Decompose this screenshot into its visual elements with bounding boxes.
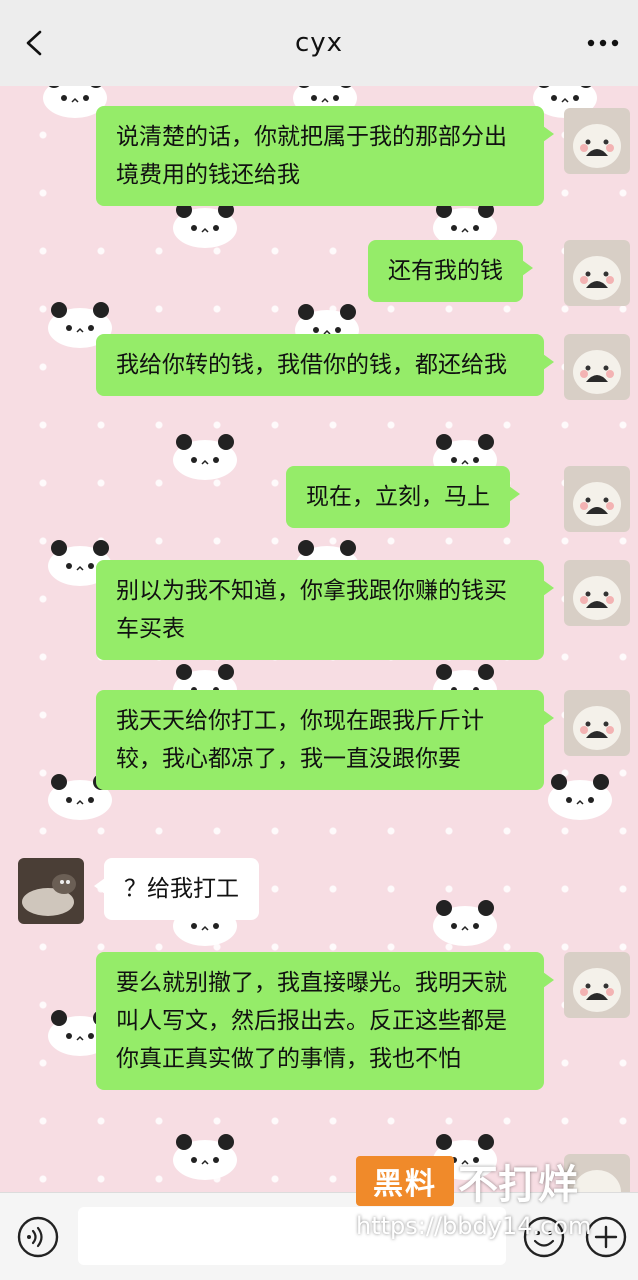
voice-icon[interactable] bbox=[16, 1215, 60, 1259]
self-avatar[interactable] bbox=[564, 560, 630, 626]
message-bubble-self[interactable]: 说清楚的话，你就把属于我的那部分出境费用的钱还给我 bbox=[96, 106, 554, 206]
self-avatar[interactable] bbox=[564, 240, 630, 306]
panda-decoration bbox=[548, 774, 612, 820]
message-bubble-self[interactable]: 要么就别撤了，我直接曝光。我明天就叫人写文，然后报出去。反正这些都是你真正真实做… bbox=[96, 952, 554, 1090]
message-bubble-self[interactable]: 别以为我不知道，你拿我跟你赚的钱买车买表 bbox=[96, 560, 554, 660]
watermark-badge: 黑料 bbox=[356, 1156, 454, 1206]
message-bubble-self[interactable]: 现在，立刻，马上 bbox=[286, 466, 520, 528]
more-dots-icon[interactable] bbox=[586, 38, 620, 48]
chat-header: cyx bbox=[0, 0, 638, 86]
panda-decoration bbox=[173, 434, 237, 480]
self-avatar[interactable] bbox=[564, 952, 630, 1018]
chevron-left-icon[interactable] bbox=[22, 30, 48, 56]
watermark-text: 不打烊 bbox=[458, 1162, 578, 1208]
panda-decoration bbox=[433, 900, 497, 946]
chat-area[interactable]: 说清楚的话，你就把属于我的那部分出境费用的钱还给我 还有我的钱 我给你转的钱，我… bbox=[0, 86, 638, 1192]
self-avatar[interactable] bbox=[564, 466, 630, 532]
self-avatar[interactable] bbox=[564, 108, 630, 174]
message-bubble-self[interactable]: 还有我的钱 bbox=[368, 240, 533, 302]
chat-title: cyx bbox=[294, 28, 344, 58]
self-avatar[interactable] bbox=[564, 334, 630, 400]
contact-avatar[interactable] bbox=[18, 858, 84, 924]
message-bubble-contact[interactable]: ？给我打工 bbox=[94, 858, 259, 920]
watermark-url: https://bbdy14.com bbox=[356, 1212, 592, 1240]
message-bubble-self[interactable]: 我给你转的钱，我借你的钱，都还给我 bbox=[96, 334, 554, 396]
message-bubble-self[interactable]: 我天天给你打工，你现在跟我斤斤计较，我心都凉了，我一直没跟你要 bbox=[96, 690, 554, 790]
panda-decoration bbox=[173, 1134, 237, 1180]
self-avatar[interactable] bbox=[564, 690, 630, 756]
